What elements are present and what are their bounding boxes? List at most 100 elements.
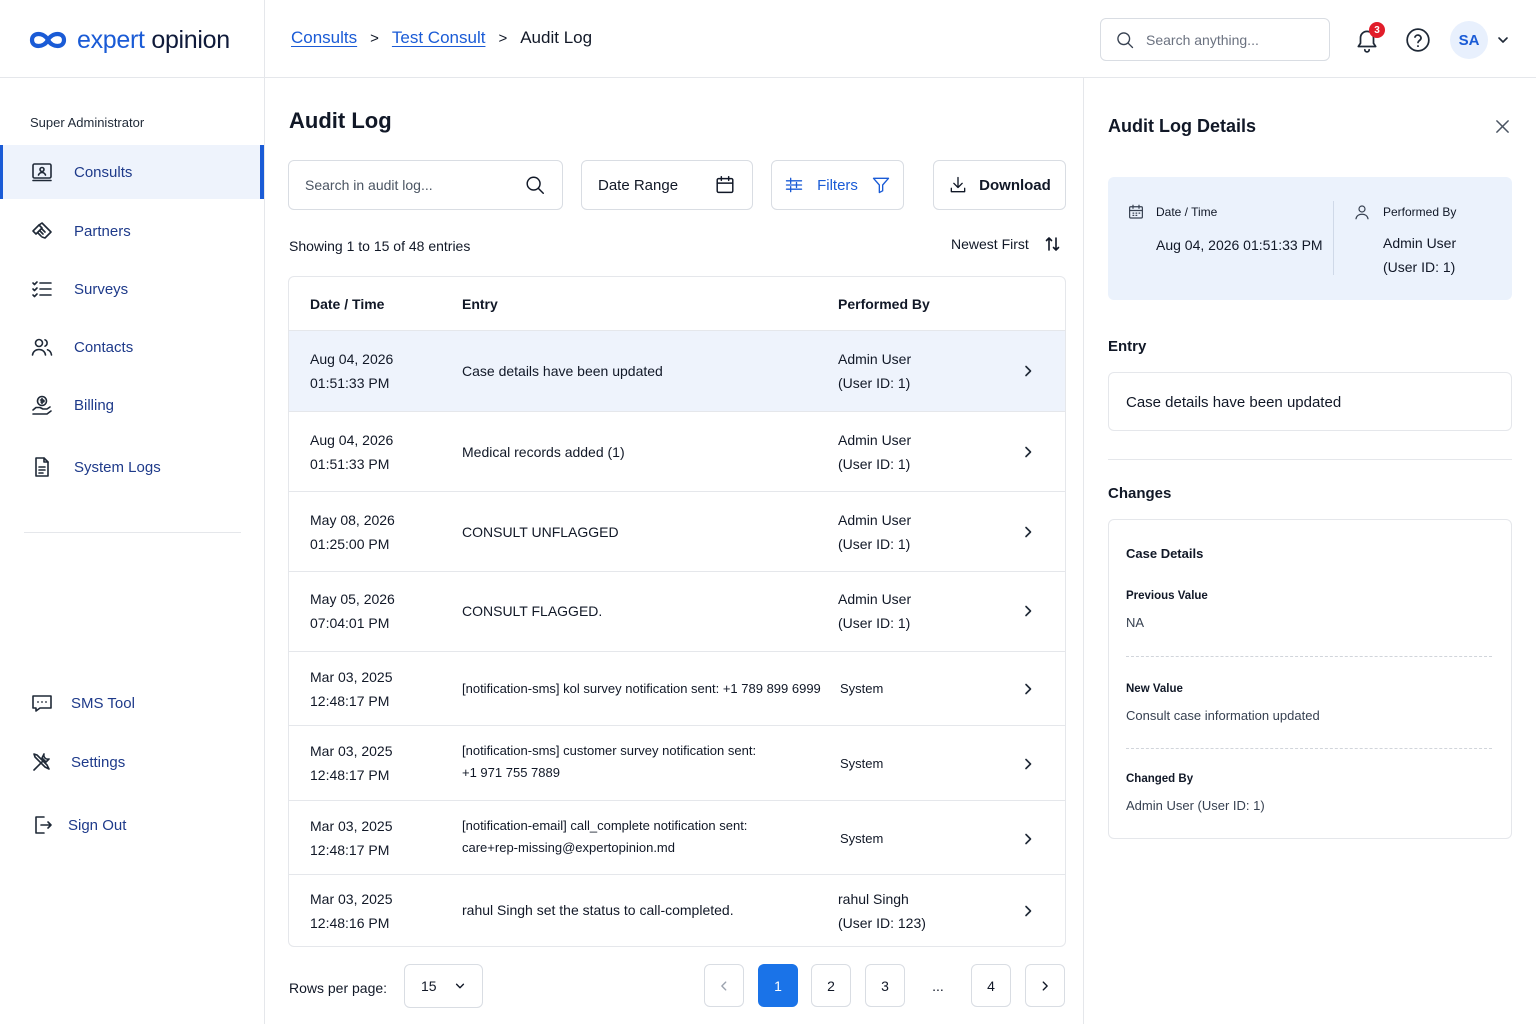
dashed-divider [1126,656,1492,657]
previous-value: NA [1126,615,1145,630]
changed-by-value: Admin User (User ID: 1) [1126,798,1265,813]
chevron-right-icon [1025,683,1032,695]
row-performed-by: System [840,831,884,846]
table-row[interactable]: Mar 03, 2025 12:48:17 PM [notification-sm… [289,726,1065,801]
sliders-icon [785,177,803,193]
breadcrumb-separator: > [498,29,508,47]
table-row[interactable]: Mar 03, 2025 12:48:16 PM rahul Singh set … [289,875,1065,946]
page-button-2[interactable]: 2 [811,964,851,1007]
sidebar-item-sms-tool[interactable]: SMS Tool [0,676,264,730]
breadcrumb-consults-link[interactable]: Consults [291,28,357,48]
chevron-right-icon [1025,758,1032,770]
row-performed-by: Admin User (User ID: 1) [838,432,912,472]
row-performed-by: Admin User (User ID: 1) [838,351,912,391]
meta-divider [1333,201,1334,275]
table-row[interactable]: Aug 04, 2026 01:51:33 PM Case details hav… [289,331,1065,412]
infinity-logo-icon [29,31,67,49]
table-header: Date / Time Entry Performed By [289,277,1065,331]
date-range-label: Date Range [598,176,679,194]
topbar-divider [264,0,265,78]
download-icon [950,176,966,193]
sidebar-item-label: Consults [74,163,133,181]
next-page-button[interactable] [1025,964,1065,1007]
download-button[interactable]: Download [933,160,1066,210]
row-datetime: May 08, 2026 01:25:00 PM [310,512,395,552]
filters-button[interactable]: Filters [771,160,904,210]
sort-control[interactable]: Newest First [951,236,1061,252]
sidebar-item-label: System Logs [74,458,161,476]
row-entry: CONSULT FLAGGED. [462,603,603,619]
brand-logo[interactable]: expert opinion [28,22,230,58]
table-row[interactable]: May 05, 2026 07:04:01 PM CONSULT FLAGGED.… [289,572,1065,652]
date-range-picker[interactable]: Date Range [581,160,753,210]
panel-divider [1108,459,1512,460]
sidebar-item-label: Surveys [74,280,129,298]
date-time-label: Date / Time [1156,205,1218,219]
sidebar-item-sign-out[interactable]: Sign Out [0,798,264,852]
sidebar-item-billing[interactable]: Billing [0,378,264,432]
chevron-left-icon [721,980,727,991]
column-header-performed-by: Performed By [838,296,930,312]
sidebar-item-label: SMS Tool [71,694,135,712]
prev-page-button[interactable] [704,964,744,1007]
table-row[interactable]: Mar 03, 2025 12:48:17 PM [notification-em… [289,801,1065,875]
consult-icon [32,163,52,182]
page-button-1[interactable]: 1 [758,964,798,1007]
page-button-4[interactable]: 4 [971,964,1011,1007]
global-search[interactable] [1100,18,1330,61]
sms-icon [32,695,52,712]
audit-log-details-panel: Audit Log Details Date / Time Aug 04, 20… [1083,78,1536,1024]
sign-out-icon [35,816,52,834]
audit-log-table: Date / Time Entry Performed By Aug 04, 2… [288,276,1066,947]
page-button-3[interactable]: 3 [865,964,905,1007]
sidebar-item-settings[interactable]: Settings [0,735,264,789]
audit-log-search[interactable] [288,160,563,210]
table-row[interactable]: Mar 03, 2025 12:48:17 PM [notification-sm… [289,652,1065,726]
sidebar-item-surveys[interactable]: Surveys [0,262,264,316]
sidebar-item-label: Billing [74,396,115,414]
chevron-right-icon [1025,905,1032,917]
user-icon [1355,205,1369,220]
row-datetime: Mar 03, 2025 12:48:17 PM [310,743,393,783]
sidebar-item-label: Settings [71,753,126,771]
row-datetime: Mar 03, 2025 12:48:17 PM [310,669,393,709]
global-search-input[interactable] [1146,31,1316,48]
brand-name: expert opinion [77,25,230,54]
rows-per-page-select[interactable]: 15 [404,964,483,1008]
handshake-icon [32,222,52,239]
sidebar-item-partners[interactable]: Partners [0,204,264,258]
changes-card: Case Details Previous Value NA New Value… [1108,519,1512,839]
row-performed-by: rahul Singh (User ID: 123) [838,891,926,931]
changes-heading: Changes [1108,485,1172,502]
sidebar-item-system-logs[interactable]: System Logs [0,440,264,494]
chevron-down-icon[interactable] [1496,33,1510,47]
changed-by-label: Changed By [1126,773,1194,785]
sidebar-item-consults[interactable]: Consults [0,145,264,199]
dashed-divider [1126,748,1492,749]
close-icon[interactable] [1495,119,1510,134]
entry-heading: Entry [1108,338,1147,355]
table-row[interactable]: May 08, 2026 01:25:00 PM CONSULT UNFLAGGE… [289,492,1065,572]
users-icon [31,338,53,356]
help-icon[interactable] [1405,27,1431,53]
row-entry: Case details have been updated [462,363,663,379]
search-icon[interactable] [524,174,546,196]
row-performed-by: Admin User (User ID: 1) [838,591,912,631]
sort-icon [1045,237,1060,251]
document-icon [35,457,49,477]
checklist-icon [32,281,52,298]
chevron-right-icon [1025,605,1032,617]
rows-per-page-value: 15 [421,978,437,994]
row-entry: [notification-email] call_complete notif… [462,818,748,855]
previous-value-label: Previous Value [1126,590,1208,602]
table-row[interactable]: Aug 04, 2026 01:51:33 PM Medical records … [289,412,1065,492]
row-performed-by: System [840,756,884,771]
breadcrumb-test-consult-link[interactable]: Test Consult [392,28,486,48]
new-value: Consult case information updated [1126,708,1320,723]
row-entry: [notification-sms] kol survey notificati… [462,681,821,696]
entries-info: Showing 1 to 15 of 48 entries [289,238,471,254]
audit-log-search-input[interactable] [305,177,505,193]
user-avatar[interactable]: SA [1450,21,1488,59]
sidebar-item-contacts[interactable]: Contacts [0,320,264,374]
breadcrumb-separator: > [370,29,379,47]
